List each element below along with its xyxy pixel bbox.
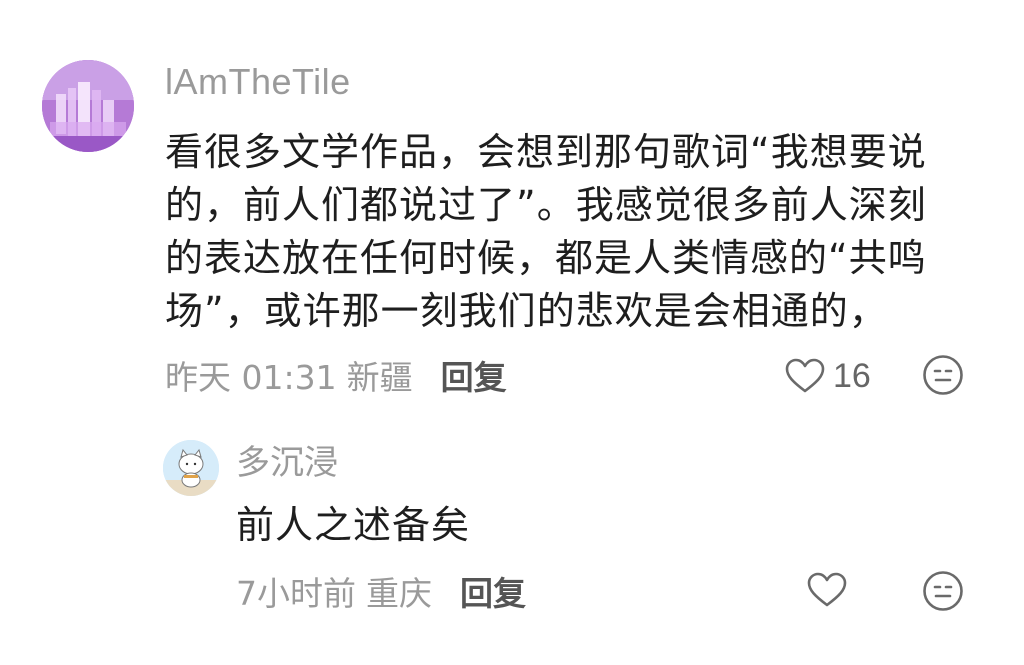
heart-outline-icon	[807, 572, 847, 607]
comment-body-line: 的表达放在任何时候，都是人类情感的“共鸣	[165, 236, 927, 280]
cartoon-cat-avatar-icon	[163, 440, 219, 496]
reply-meta: 7小时前 重庆 回复	[236, 566, 526, 616]
comment-body-line: 的，前人们都说过了”。我感觉很多前人深刻	[165, 183, 927, 227]
reply-body: 前人之述备矣	[236, 503, 471, 547]
like-count: 16	[833, 356, 871, 395]
avatar[interactable]	[42, 60, 134, 152]
emoji-reaction-button[interactable]	[922, 570, 964, 612]
emoji-reaction-button[interactable]	[922, 354, 964, 396]
reply-time: 7小时前	[236, 574, 356, 613]
smile-face-icon	[923, 571, 963, 611]
username[interactable]: lAmTheTile	[165, 58, 351, 106]
like-button[interactable]: 16	[785, 354, 871, 398]
comment-item: lAmTheTile 看很多文学作品，会想到那句歌词“我想要说 的，前人们都说过…	[0, 0, 1024, 420]
reply-location: 重庆	[366, 574, 432, 613]
comment-body: 看很多文学作品，会想到那句歌词“我想要说 的，前人们都说过了”。我感觉很多前人深…	[165, 126, 965, 338]
comment-location: 新疆	[346, 358, 413, 397]
reply-button[interactable]: 回复	[460, 567, 526, 615]
reply-button[interactable]: 回复	[441, 351, 507, 399]
smile-face-icon	[923, 355, 963, 395]
comment-body-line: 场”，或许那一刻我们的悲欢是会相通的，	[165, 289, 888, 333]
comment-time: 昨天 01:31	[165, 358, 337, 397]
heart-outline-icon	[785, 358, 825, 393]
comment-body-line: 看很多文学作品，会想到那句歌词“我想要说	[165, 130, 927, 174]
avatar[interactable]	[163, 440, 219, 496]
like-button[interactable]	[807, 572, 849, 612]
comment-meta: 昨天 01:31 新疆 回复	[165, 350, 507, 400]
username[interactable]: 多沉浸	[236, 440, 338, 486]
purple-abstract-avatar-icon	[42, 60, 134, 152]
